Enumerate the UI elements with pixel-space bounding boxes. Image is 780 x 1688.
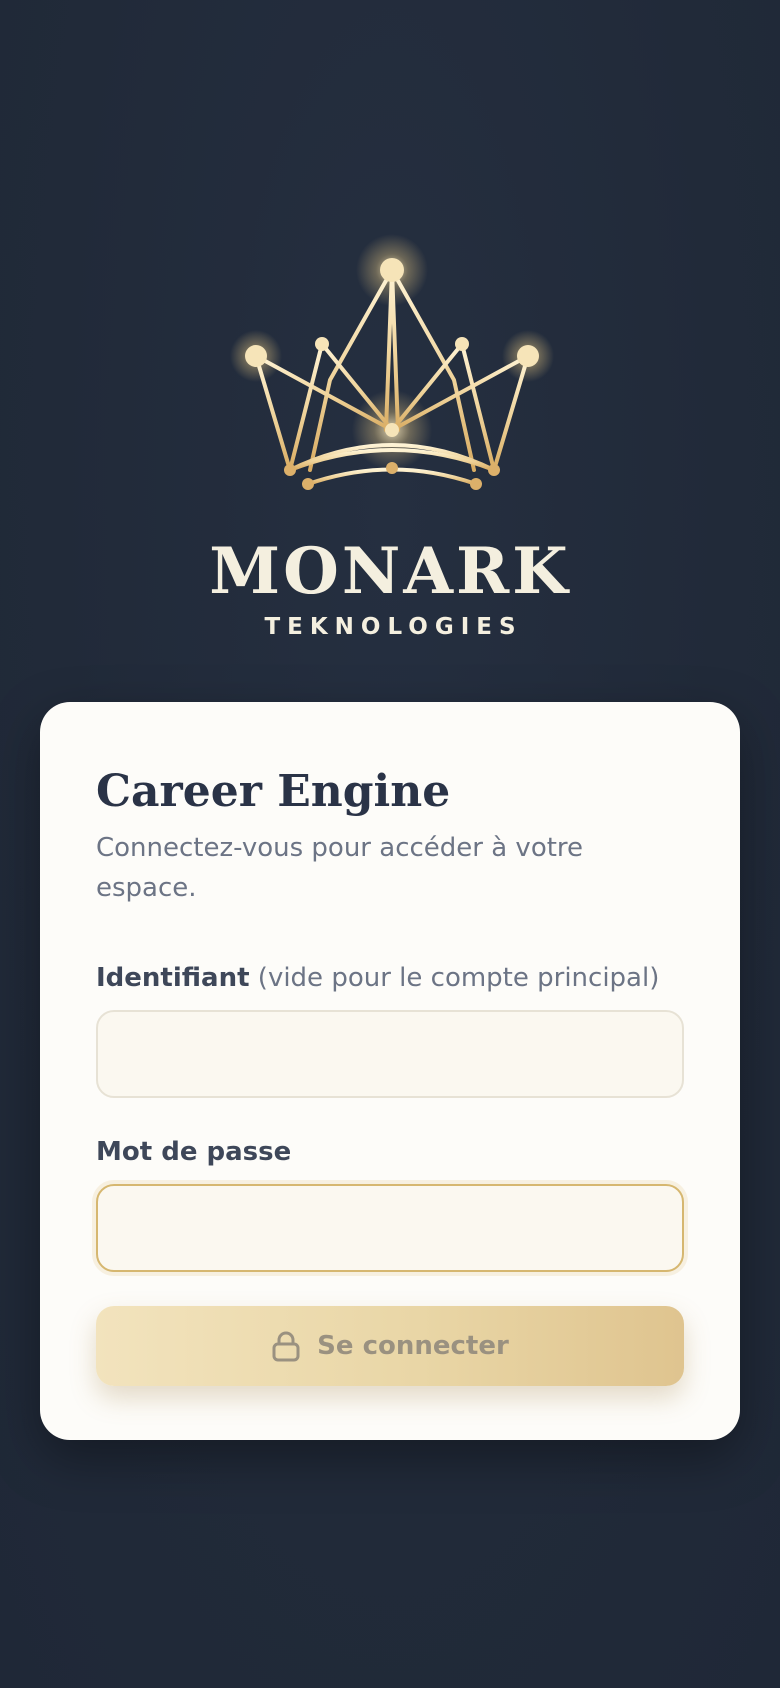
login-page: MONARK TEKNOLOGIES Career Engine Connect… (0, 0, 780, 1688)
login-button[interactable]: Se connecter (96, 1306, 684, 1386)
login-button-label: Se connecter (317, 1331, 509, 1361)
login-subtitle: Connectez-vous pour accéder à votre espa… (96, 833, 584, 903)
login-card: Career Engine Connectez-vous pour accéde… (40, 702, 740, 1440)
password-label-text: Mot de passe (96, 1137, 292, 1167)
password-input[interactable] (96, 1184, 684, 1272)
identifier-hint: (vide pour le compte principal) (257, 963, 660, 993)
brand-tagline: TEKNOLOGIES (264, 614, 523, 640)
crown-logo-icon (230, 234, 554, 490)
brand-name: MONARK (209, 534, 571, 609)
identifier-label: Identifiant (vide pour le compte princip… (96, 960, 659, 996)
page-title: Career Engine (96, 766, 451, 817)
identifier-input[interactable] (96, 1010, 684, 1098)
identifier-label-text: Identifiant (96, 963, 250, 993)
password-label: Mot de passe (96, 1134, 291, 1170)
logo (0, 230, 780, 510)
lock-icon (272, 1331, 300, 1362)
